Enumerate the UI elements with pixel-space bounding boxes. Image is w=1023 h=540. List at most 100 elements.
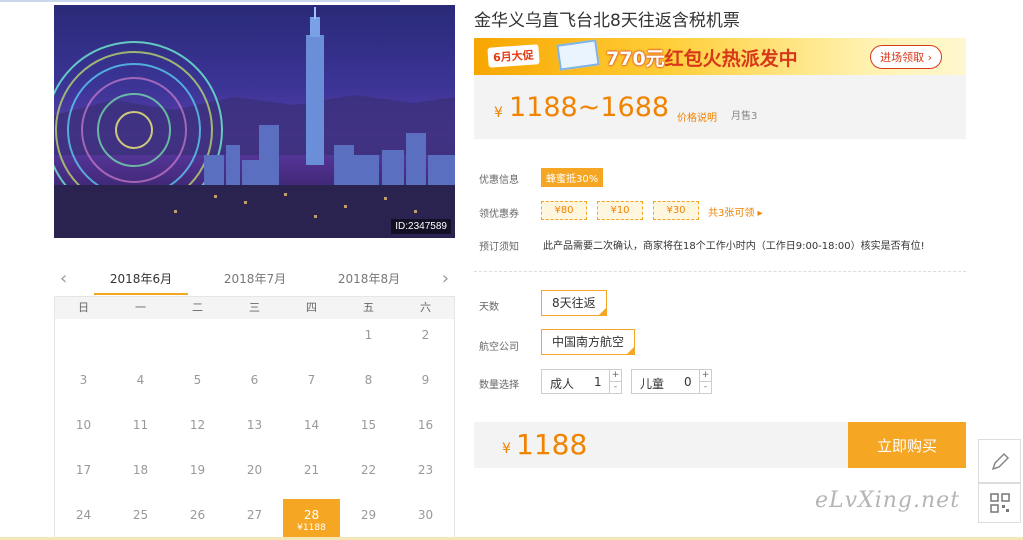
watermark-text: eLvXing.net: [815, 488, 961, 513]
banner-enter-button[interactable]: 进场领取 ›: [870, 45, 942, 69]
selected-corner-icon: [627, 347, 635, 354]
days-option-value: 8天往返: [552, 296, 596, 310]
promo-info-label: 优惠信息: [479, 175, 519, 186]
calendar-day[interactable]: 24: [55, 499, 112, 540]
calendar-day[interactable]: 25: [112, 499, 169, 540]
adult-label: 成人: [550, 377, 575, 391]
notice-label: 预订须知: [479, 242, 519, 253]
tab-month-3[interactable]: 2018年8月: [322, 270, 416, 287]
calendar-day[interactable]: 19: [169, 454, 226, 499]
pencil-icon: [991, 452, 1009, 471]
banner-text: 770元红包火热派发中: [606, 44, 798, 71]
calendar-week-row: 10 11 12 13 14 15 16: [55, 409, 454, 454]
adult-increment-button[interactable]: +: [609, 370, 621, 382]
airline-option-value: 中国南方航空: [552, 335, 625, 349]
calendar-day[interactable]: 5: [169, 364, 226, 409]
calendar-day[interactable]: 21: [283, 454, 340, 499]
calendar-day[interactable]: 11: [112, 409, 169, 454]
calendar-day[interactable]: 7: [283, 364, 340, 409]
top-border: [0, 0, 400, 2]
weekday-label: 二: [192, 301, 203, 314]
calendar-week-row: 3 4 5 6 7 8 9: [55, 364, 454, 409]
taipei-night-scene: [54, 7, 455, 238]
calendar-day[interactable]: 6: [226, 364, 283, 409]
days-option[interactable]: 8天往返: [541, 290, 607, 316]
calendar-day[interactable]: 4: [112, 364, 169, 409]
tab-month-1[interactable]: 2018年6月: [94, 270, 188, 295]
calendar-day[interactable]: 29: [340, 499, 397, 540]
feedback-button[interactable]: [978, 439, 1021, 483]
child-decrement-button[interactable]: -: [699, 382, 711, 394]
calendar-weekday-header: 日 一 二 三 四 五 六: [55, 297, 454, 319]
calendar-day[interactable]: 23: [397, 454, 454, 499]
banner-message: 红包火热派发中: [664, 48, 798, 70]
child-count[interactable]: 0: [684, 375, 692, 389]
calendar-day[interactable]: 8: [340, 364, 397, 409]
weekday-label: 六: [420, 301, 431, 314]
calendar-day-selected[interactable]: 28 ¥1188: [283, 499, 340, 540]
calendar-day[interactable]: 30: [397, 499, 454, 540]
child-quantity-stepper[interactable]: 儿童 0 + -: [631, 369, 712, 394]
coupon-label: 领优惠券: [479, 209, 519, 220]
weekday-label: 一: [135, 301, 146, 314]
airline-label: 航空公司: [479, 342, 519, 353]
day-price: ¥1188: [297, 523, 326, 533]
airline-option[interactable]: 中国南方航空: [541, 329, 636, 355]
chevron-right-icon[interactable]: ›: [442, 268, 449, 289]
coupon-more-link[interactable]: 共3张可领 ▸: [708, 204, 763, 219]
calendar-day[interactable]: 18: [112, 454, 169, 499]
qr-code-icon: [989, 493, 1010, 513]
calendar-day[interactable]: 26: [169, 499, 226, 540]
calendar-day[interactable]: 2: [397, 319, 454, 364]
price-explain-link[interactable]: 价格说明: [677, 109, 717, 124]
image-id-label: ID:2347589: [391, 219, 451, 234]
calendar-day[interactable]: 12: [169, 409, 226, 454]
coupon-80[interactable]: ¥80: [541, 201, 587, 220]
chevron-left-icon[interactable]: ‹: [60, 268, 67, 289]
calendar-day[interactable]: 13: [226, 409, 283, 454]
selected-corner-icon: [598, 308, 606, 315]
total-currency: ¥: [502, 441, 511, 457]
calendar-day: [283, 319, 340, 364]
calendar-day: [55, 319, 112, 364]
price-range: 1188~1688: [509, 92, 670, 123]
calendar-day[interactable]: 22: [340, 454, 397, 499]
banner-tag: 6月大促: [487, 44, 540, 68]
quantity-label: 数量选择: [479, 380, 519, 391]
adult-quantity-stepper[interactable]: 成人 1 + -: [541, 369, 622, 394]
calendar-day[interactable]: 15: [340, 409, 397, 454]
calendar-day[interactable]: 17: [55, 454, 112, 499]
calendar-day: [112, 319, 169, 364]
buy-now-button[interactable]: 立即购买: [848, 422, 966, 468]
calendar-day[interactable]: 10: [55, 409, 112, 454]
days-label: 天数: [479, 302, 499, 313]
calendar-day[interactable]: 1: [340, 319, 397, 364]
calendar-day[interactable]: 16: [397, 409, 454, 454]
calendar-day: [169, 319, 226, 364]
calendar-day[interactable]: 20: [226, 454, 283, 499]
weekday-label: 四: [306, 301, 317, 314]
calendar-day[interactable]: 3: [55, 364, 112, 409]
calendar-day[interactable]: 14: [283, 409, 340, 454]
booking-notice: 此产品需要二次确认，商家将在18个工作小时内（工作日9:00-18:00）核实是…: [543, 241, 925, 252]
coupon-30[interactable]: ¥30: [653, 201, 699, 220]
tab-month-2[interactable]: 2018年7月: [208, 270, 302, 287]
price-currency: ¥: [494, 105, 503, 121]
product-image: ID:2347589: [54, 5, 455, 238]
promo-banner[interactable]: 6月大促 770元红包火热派发中 进场领取 ›: [474, 38, 966, 75]
coupon-10[interactable]: ¥10: [597, 201, 643, 220]
adult-count[interactable]: 1: [594, 375, 602, 389]
total-amount: 1188: [516, 428, 588, 461]
banner-amount: 770元: [606, 48, 665, 70]
monthly-sales: 月售3: [731, 111, 758, 122]
adult-decrement-button[interactable]: -: [609, 382, 621, 394]
weekday-label: 日: [78, 301, 89, 314]
calendar-day[interactable]: 27: [226, 499, 283, 540]
calendar-week-row: 17 18 19 20 21 22 23: [55, 454, 454, 499]
child-increment-button[interactable]: +: [699, 370, 711, 382]
weekday-label: 三: [249, 301, 260, 314]
calendar-day[interactable]: 9: [397, 364, 454, 409]
qr-code-button[interactable]: [978, 483, 1021, 523]
calendar-month-tabs: ‹ 2018年6月 2018年7月 2018年8月 ›: [54, 262, 455, 296]
ticket-icon: [556, 39, 600, 71]
